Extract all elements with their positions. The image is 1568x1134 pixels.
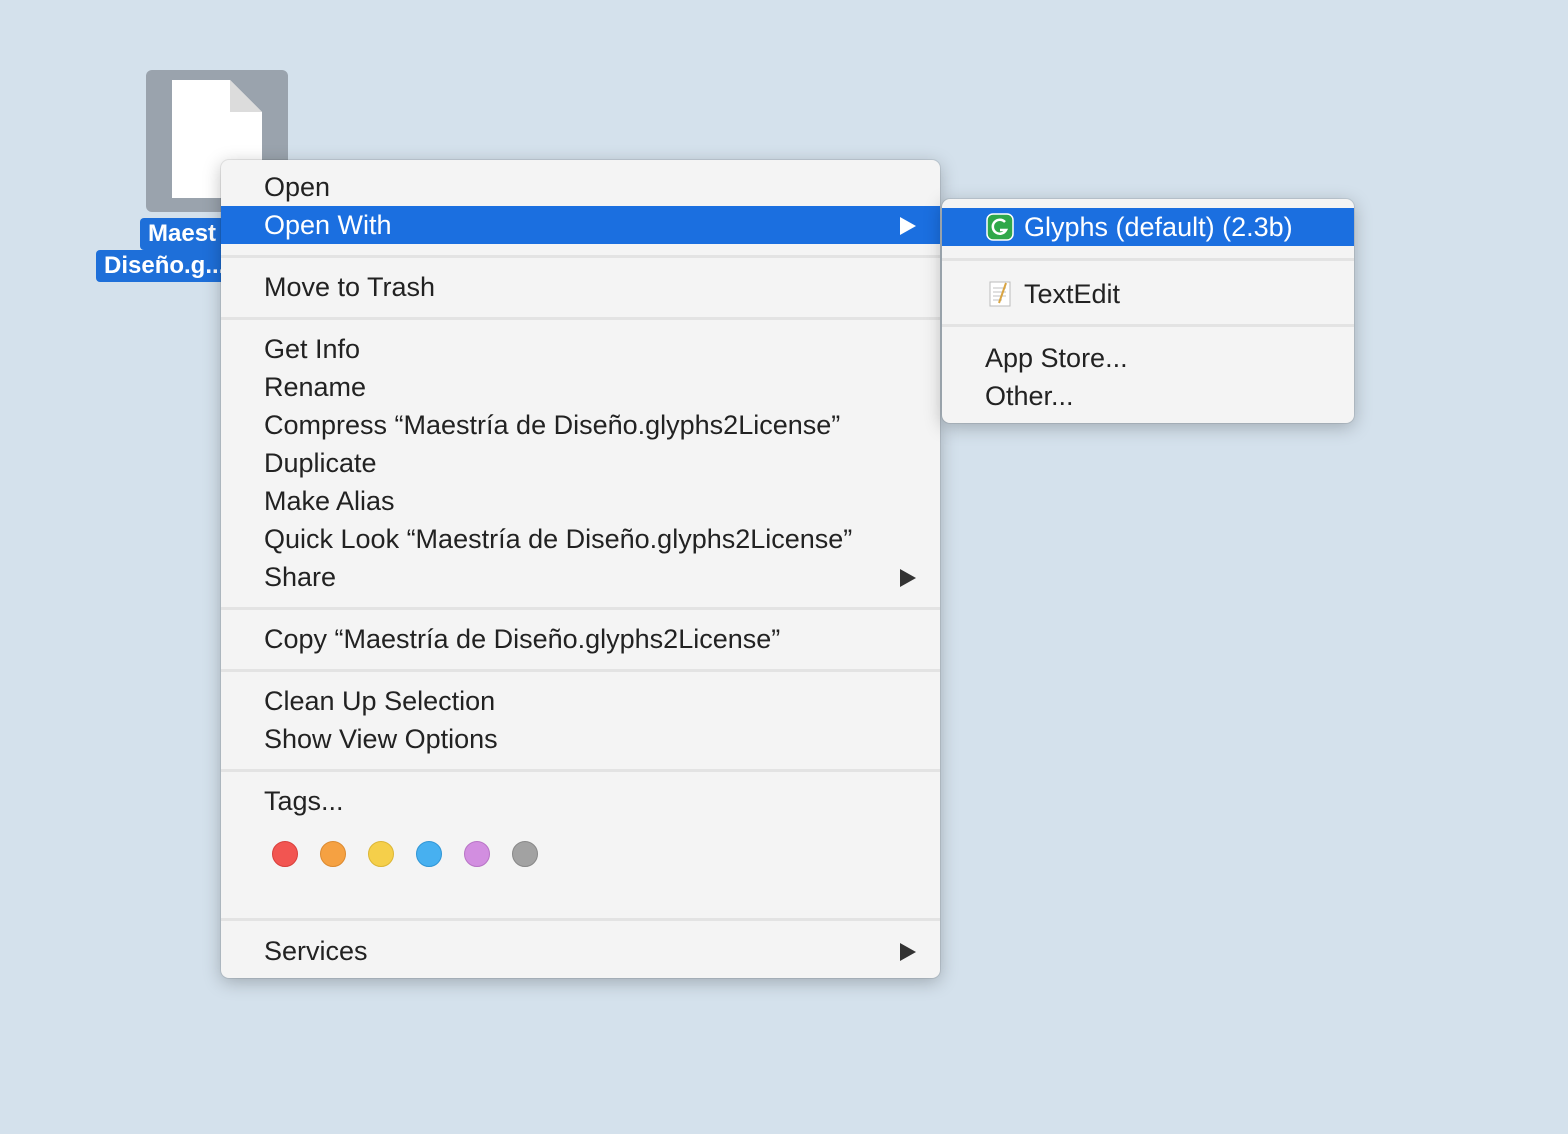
menu-item-make-alias[interactable]: Make Alias — [221, 482, 940, 520]
submenu-arrow-icon — [900, 943, 916, 961]
menu-separator — [221, 317, 940, 320]
submenu-item-textedit[interactable]: TextEdit — [942, 275, 1354, 313]
tag-gray-button[interactable] — [512, 841, 538, 867]
menu-item-rename[interactable]: Rename — [221, 368, 940, 406]
menu-separator — [221, 769, 940, 772]
menu-separator — [221, 918, 940, 921]
menu-item-services[interactable]: Services — [221, 932, 940, 970]
menu-separator — [221, 255, 940, 258]
context-menu: Open Open With Move to Trash Get Info Re… — [221, 160, 940, 978]
menu-item-open[interactable]: Open — [221, 168, 940, 206]
menu-item-move-to-trash[interactable]: Move to Trash — [221, 268, 940, 306]
menu-item-tags[interactable]: Tags... — [221, 782, 940, 820]
submenu-arrow-icon — [900, 569, 916, 587]
textedit-app-icon — [989, 281, 1011, 307]
submenu-item-glyphs[interactable]: Glyphs (default) (2.3b) — [942, 208, 1354, 246]
submenu-arrow-icon — [900, 217, 916, 235]
menu-item-quick-look[interactable]: Quick Look “Maestría de Diseño.glyphs2Li… — [221, 520, 940, 558]
submenu-item-other[interactable]: Other... — [942, 377, 1354, 415]
file-name-line2[interactable]: Diseño.g... — [96, 250, 234, 282]
menu-item-compress[interactable]: Compress “Maestría de Diseño.glyphs2Lice… — [221, 406, 940, 444]
tag-blue-button[interactable] — [416, 841, 442, 867]
menu-item-duplicate[interactable]: Duplicate — [221, 444, 940, 482]
tag-orange-button[interactable] — [320, 841, 346, 867]
menu-separator — [942, 324, 1354, 327]
menu-item-get-info[interactable]: Get Info — [221, 330, 940, 368]
menu-separator — [221, 607, 940, 610]
menu-item-show-view-options[interactable]: Show View Options — [221, 720, 940, 758]
tag-yellow-button[interactable] — [368, 841, 394, 867]
menu-separator — [221, 669, 940, 672]
glyphs-app-icon — [986, 213, 1014, 241]
tag-red-button[interactable] — [272, 841, 298, 867]
menu-item-clean-up-selection[interactable]: Clean Up Selection — [221, 682, 940, 720]
menu-separator — [942, 258, 1354, 261]
menu-item-open-with[interactable]: Open With — [221, 206, 940, 244]
submenu-item-app-store[interactable]: App Store... — [942, 339, 1354, 377]
menu-item-copy[interactable]: Copy “Maestría de Diseño.glyphs2License” — [221, 620, 940, 658]
file-name-line1[interactable]: Maest — [140, 218, 225, 250]
menu-item-share[interactable]: Share — [221, 558, 940, 596]
open-with-submenu: Glyphs (default) (2.3b) TextEdit App Sto… — [942, 199, 1354, 423]
tag-purple-button[interactable] — [464, 841, 490, 867]
